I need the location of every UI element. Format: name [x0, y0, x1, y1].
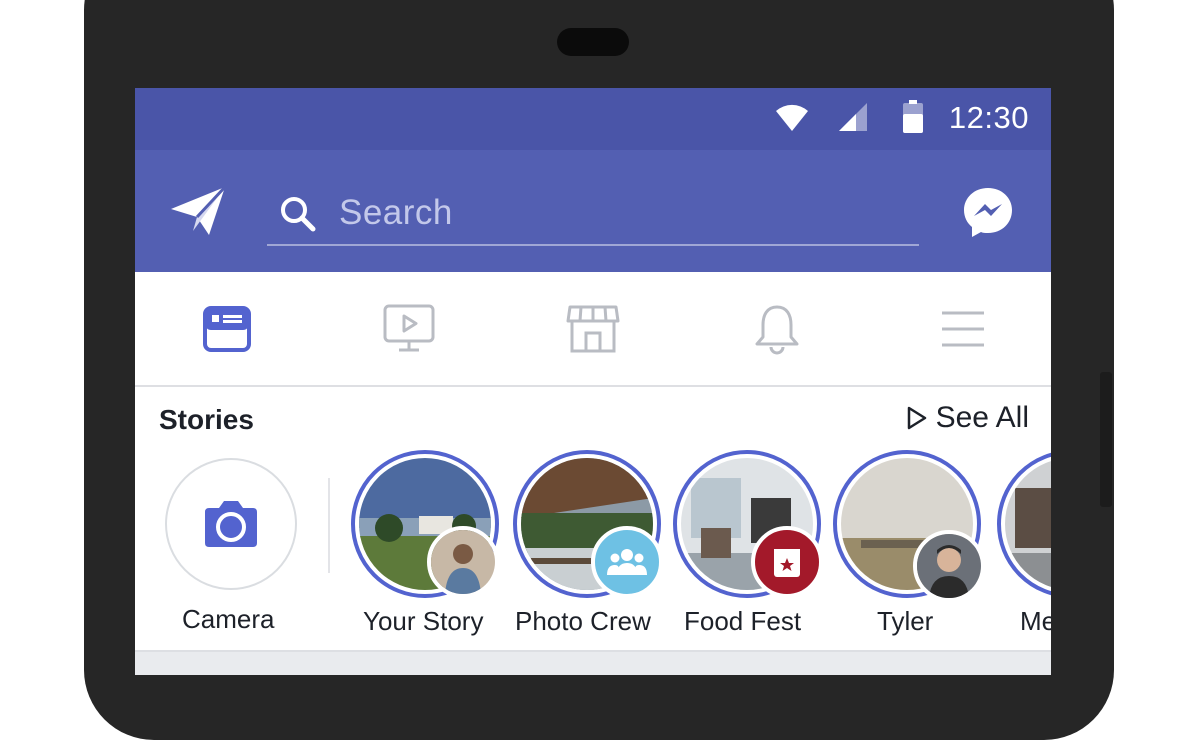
- story-avatar: [913, 530, 985, 602]
- story-avatar: [427, 526, 499, 598]
- storefront-icon: [566, 305, 620, 352]
- tab-menu[interactable]: [903, 272, 1023, 385]
- phone-side-button: [1100, 372, 1112, 507]
- play-icon: [907, 406, 926, 430]
- search-input[interactable]: [337, 186, 901, 240]
- camera-icon: [205, 501, 257, 547]
- story-thumbnail: [1005, 458, 1051, 590]
- camera-label: Camera: [182, 604, 275, 634]
- feed-separator: [135, 650, 1051, 675]
- video-monitor-icon: [383, 304, 435, 351]
- wifi-icon: [776, 104, 808, 131]
- story-label: Food Fest: [684, 606, 802, 636]
- story-tyler[interactable]: [833, 450, 985, 602]
- see-all-label: See All: [935, 401, 1029, 434]
- tab-bar: [135, 272, 1051, 387]
- group-badge: [591, 526, 663, 598]
- story-your-story[interactable]: [351, 450, 499, 598]
- hamburger-menu-icon: [942, 311, 984, 346]
- story-food-fest[interactable]: [673, 450, 823, 598]
- search-bar[interactable]: [267, 182, 919, 246]
- story-label: Me: [1020, 606, 1051, 636]
- tab-marketplace[interactable]: [533, 272, 653, 385]
- camera-story[interactable]: [165, 458, 297, 590]
- stories-divider: [328, 478, 330, 573]
- cellular-signal-icon: [839, 103, 867, 131]
- battery-icon: [903, 100, 923, 133]
- phone-speaker: [557, 28, 629, 56]
- status-time: 12:30: [948, 100, 1029, 135]
- see-all-button[interactable]: See All: [906, 401, 1029, 435]
- bell-icon: [755, 305, 799, 354]
- status-bar: 12:30: [135, 88, 1051, 150]
- story-label: Photo Crew: [515, 606, 651, 636]
- phone-screen: 12:30 Search Stories See All Camera Your…: [135, 88, 1051, 675]
- story-label: Your Story: [363, 606, 484, 636]
- stories-title: Stories: [159, 404, 254, 435]
- tab-watch[interactable]: [349, 272, 469, 385]
- story-label: Tyler: [877, 606, 934, 636]
- story-me[interactable]: [997, 450, 1051, 598]
- tab-news-feed[interactable]: [167, 272, 287, 385]
- search-icon: [281, 197, 316, 232]
- app-header: [135, 150, 1051, 272]
- tab-notifications[interactable]: [717, 272, 837, 385]
- group-icon: [607, 549, 647, 575]
- messenger-icon[interactable]: [961, 185, 1015, 239]
- story-photo-crew[interactable]: [513, 450, 663, 598]
- event-star-icon: [774, 549, 800, 577]
- news-feed-icon: [203, 305, 251, 352]
- paper-plane-icon[interactable]: [169, 185, 227, 237]
- camera-button[interactable]: [165, 458, 297, 590]
- story-ring: [997, 450, 1051, 598]
- event-badge: [751, 526, 823, 598]
